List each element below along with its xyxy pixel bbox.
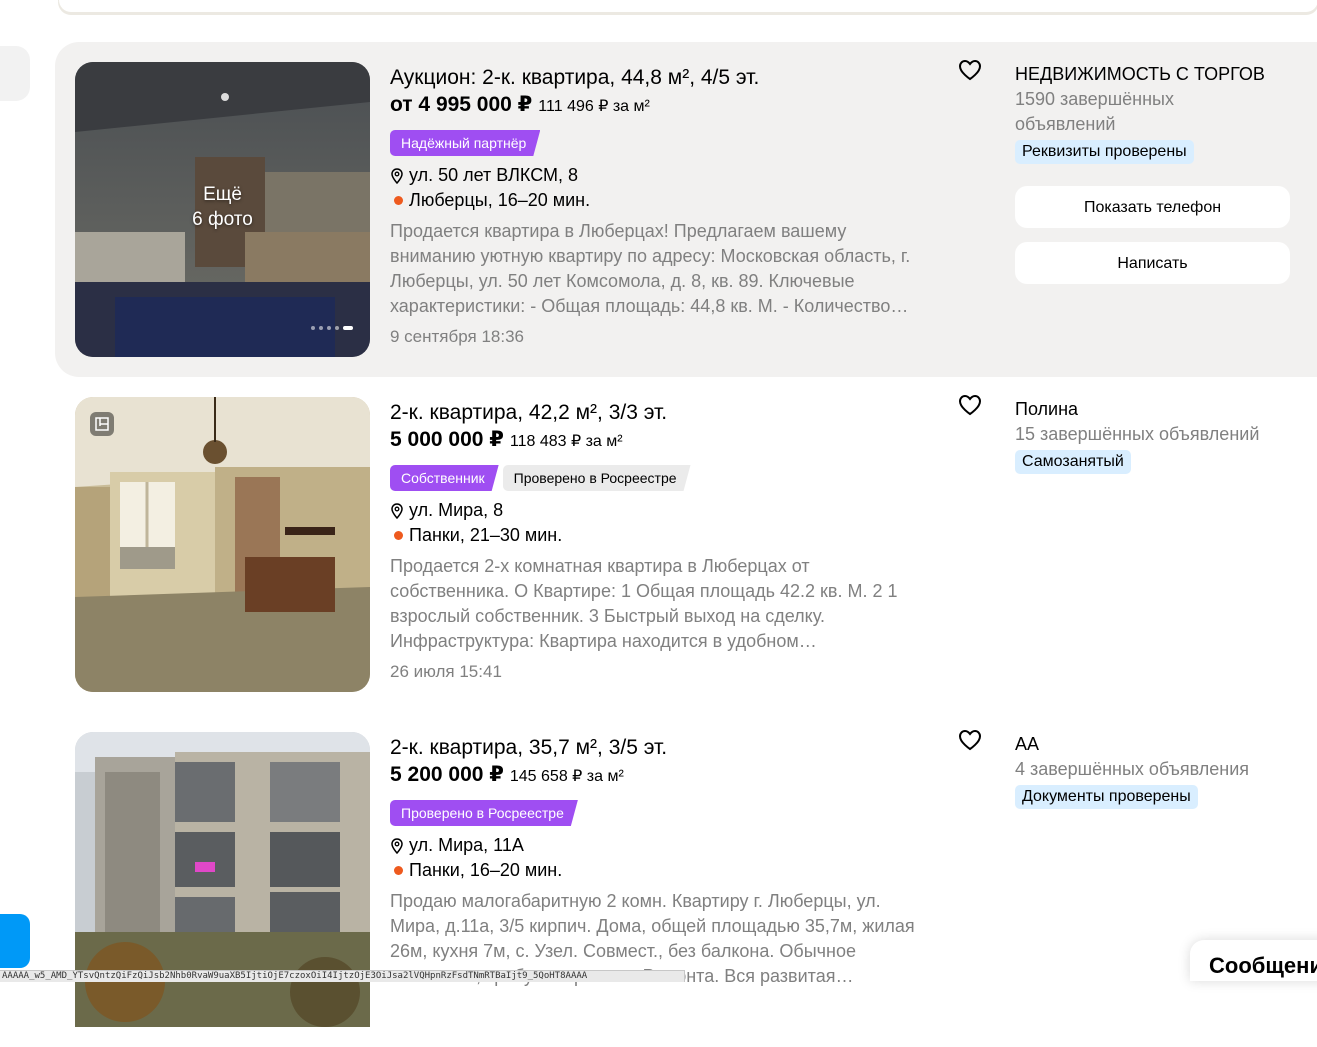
address: ул. Мира, 11А (390, 833, 970, 858)
badges: Собственник Проверено в Росреестре (390, 465, 970, 491)
photo-pager-dots[interactable] (311, 326, 353, 330)
description-line: вниманию уютную квартиру по адресу: Моск… (390, 246, 911, 266)
metro: Люберцы, 16–20 мин. (390, 188, 970, 213)
seller-stats: 1590 завершённых объявлений (1015, 87, 1295, 137)
listing-title[interactable]: 2-к. квартира, 42,2 м², 3/3 эт. (390, 399, 970, 427)
seller-stats: 4 завершённых объявления (1015, 759, 1250, 779)
description-line: Инфраструктура: Квартира находится в удо… (390, 631, 817, 651)
seller-self-employed-tag: Самозанятый (1015, 450, 1131, 474)
heart-icon (958, 729, 982, 751)
badges: Проверено в Росреестре (390, 800, 970, 826)
left-floating-button[interactable] (0, 914, 30, 968)
description-line: Продаю малогабаритную 2 комн. Квартиру г… (390, 891, 881, 911)
description-line: Продается квартира в Люберцах! Предлагае… (390, 221, 847, 241)
badges: Надёжный партнёр (390, 130, 970, 156)
listing-date: 26 июля 15:41 (390, 662, 502, 681)
description-line: Продается 2-х комнатная квартира в Любер… (390, 556, 810, 576)
seller-block: Полина 15 завершённых объявлений Самозан… (1015, 397, 1295, 474)
seller-block: НЕДВИЖИМОСТЬ С ТОРГОВ 1590 завершённых о… (1015, 62, 1295, 284)
description-line: Люберцы, ул. 50 лет Комсомола, д. 8, кв.… (390, 271, 855, 291)
description-line: Мира, д.11а, 3/5 кирпич. Дома, общей пло… (390, 916, 915, 936)
more-photos-line-1: Ещё (203, 184, 242, 205)
write-message-button[interactable]: Написать (1015, 242, 1290, 284)
more-photos-line-2: 6 фото (192, 209, 253, 230)
left-panel-stub[interactable] (0, 46, 30, 101)
listing-info: 2-к. квартира, 35,7 м², 3/5 эт. 5 200 00… (390, 732, 970, 989)
description-line: собственника. О Квартире: 1 Общая площад… (390, 581, 898, 601)
listing-info: 2-к. квартира, 42,2 м², 3/3 эт. 5 000 00… (390, 397, 970, 684)
seller-stats-line: 1590 завершённых (1015, 89, 1174, 109)
heart-icon (958, 394, 982, 416)
price-row: 5 200 000 ₽ 145 658 ₽ за м² (390, 762, 970, 790)
address-text: ул. Мира, 11А (409, 835, 524, 855)
listing-date: 9 сентября 18:36 (390, 327, 524, 346)
location-pin-icon (391, 502, 403, 519)
metro-line-dot-icon (394, 531, 403, 540)
listing-title[interactable]: 2-к. квартира, 35,7 м², 3/5 эт. (390, 734, 970, 762)
description-line: 26м, кухня 7м, с. Узел. Совмест., без ба… (390, 941, 856, 961)
description-line: взрослый собственник. 3 Быстрый выход на… (390, 606, 825, 626)
address-text: ул. 50 лет ВЛКСМ, 8 (409, 165, 578, 185)
listing-description: Продается квартира в Люберцах! Предлагае… (390, 219, 970, 319)
favorite-button[interactable] (958, 729, 984, 755)
badge-rosreestr-verified: Проверено в Росреестре (503, 465, 691, 491)
price-per-m2: 145 658 ₽ за м² (509, 768, 624, 785)
metro: Панки, 21–30 мин. (390, 523, 970, 548)
listing-price: 5 200 000 ₽ (390, 763, 504, 786)
listing-photo[interactable] (75, 397, 370, 692)
listing-price: 5 000 000 ₽ (390, 428, 504, 451)
metro-text: Панки, 21–30 мин. (409, 525, 563, 545)
listing-card[interactable]: Ещё 6 фото Аукцион: 2-к. квартира, 44,8 … (55, 42, 1317, 377)
metro-text: Панки, 16–20 мин. (409, 860, 563, 880)
listing-photo[interactable]: Ещё 6 фото (75, 62, 370, 357)
listing-price: от 4 995 000 ₽ (390, 93, 533, 116)
seller-name[interactable]: Полина (1015, 397, 1295, 422)
listing-title[interactable]: Аукцион: 2-к. квартира, 44,8 м², 4/5 эт. (390, 64, 970, 92)
badge-owner: Собственник (390, 465, 499, 491)
location-pin-icon (391, 837, 403, 854)
listing-description: Продается 2-х комнатная квартира в Любер… (390, 554, 970, 654)
favorite-button[interactable] (958, 59, 984, 85)
previous-card-bottom (58, 0, 1317, 13)
address: ул. Мира, 8 (390, 498, 970, 523)
metro-line-dot-icon (394, 196, 403, 205)
address-text: ул. Мира, 8 (409, 500, 504, 520)
show-phone-button[interactable]: Показать телефон (1015, 186, 1290, 228)
metro-text: Люберцы, 16–20 мин. (409, 190, 591, 210)
listing-card[interactable]: 2-к. квартира, 35,7 м², 3/5 эт. 5 200 00… (55, 712, 1317, 1047)
price-row: 5 000 000 ₽ 118 483 ₽ за м² (390, 427, 970, 455)
seller-block: АА 4 завершённых объявления Документы пр… (1015, 732, 1295, 809)
seller-docs-verified-tag: Документы проверены (1015, 785, 1198, 809)
messenger-button[interactable]: Сообщения (1190, 940, 1317, 981)
description-line: характеристики: - Общая площадь: 44,8 кв… (390, 296, 909, 316)
seller-verified-tag: Реквизиты проверены (1015, 140, 1194, 164)
metro-line-dot-icon (394, 866, 403, 875)
location-pin-icon (391, 167, 403, 184)
seller-name[interactable]: НЕДВИЖИМОСТЬ С ТОРГОВ (1015, 62, 1295, 87)
price-row: от 4 995 000 ₽ 111 496 ₽ за м² (390, 92, 970, 120)
seller-stats-line: объявлений (1015, 114, 1116, 134)
badge-rosreestr-verified: Проверено в Росреестре (390, 800, 578, 826)
listing-card[interactable]: 2-к. квартира, 42,2 м², 3/3 эт. 5 000 00… (55, 377, 1317, 712)
address: ул. 50 лет ВЛКСМ, 8 (390, 163, 970, 188)
metro: Панки, 16–20 мин. (390, 858, 970, 883)
badge-reliable-partner: Надёжный партнёр (390, 130, 540, 156)
price-per-m2: 118 483 ₽ за м² (509, 433, 623, 450)
floor-plan-icon (90, 412, 114, 436)
seller-name[interactable]: АА (1015, 732, 1295, 757)
more-photos-overlay[interactable]: Ещё 6 фото (75, 182, 370, 232)
favorite-button[interactable] (958, 394, 984, 420)
listing-info: Аукцион: 2-к. квартира, 44,8 м², 4/5 эт.… (390, 62, 970, 349)
seller-stats: 15 завершённых объявлений (1015, 424, 1260, 444)
status-bar-url: AAAAA_w5_AMD_YTsvQntzQiFzQiJsb2Nhb0RvaW9… (0, 970, 685, 982)
listing-photo[interactable] (75, 732, 370, 1027)
price-per-m2: 111 496 ₽ за м² (538, 98, 650, 115)
heart-icon (958, 59, 982, 81)
